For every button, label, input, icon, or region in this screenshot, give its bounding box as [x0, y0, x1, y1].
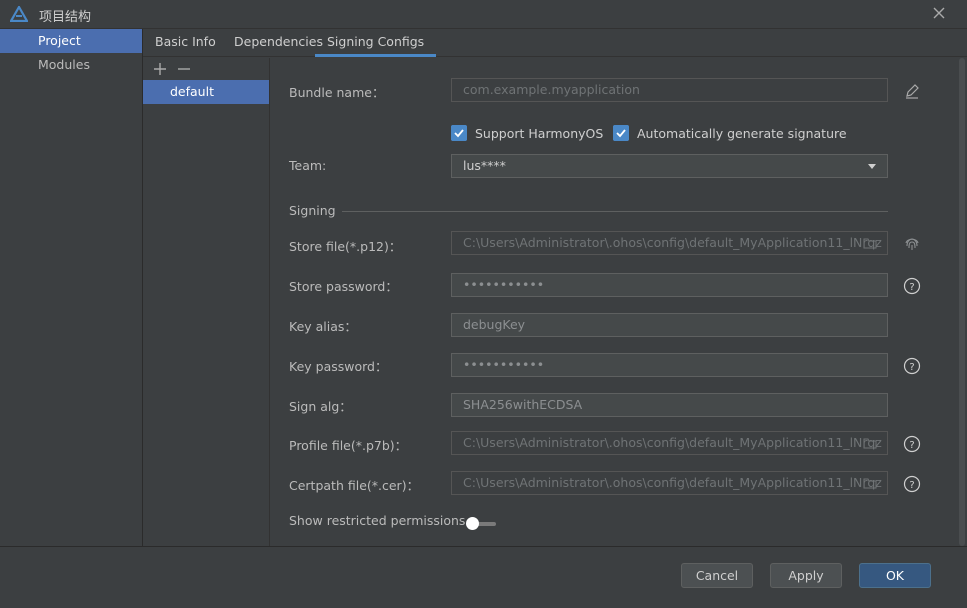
- profile-file-value: C:\Users\Administrator\.ohos\config\defa…: [463, 435, 882, 450]
- store-password-label: Store password：: [289, 279, 398, 294]
- bundle-name-field[interactable]: com.example.myapplication: [451, 78, 888, 102]
- help-icon[interactable]: ?: [903, 435, 921, 453]
- minus-icon[interactable]: [177, 61, 191, 77]
- config-item-default[interactable]: default: [143, 80, 269, 104]
- profile-file-label: Profile file(*.p7b)：: [289, 438, 408, 453]
- svg-text:?: ?: [909, 440, 914, 451]
- config-list-pane: default: [143, 58, 270, 546]
- team-label: Team:: [289, 158, 327, 173]
- dialog-footer: Cancel Apply OK: [0, 546, 967, 608]
- sidebar-item-project[interactable]: Project: [0, 29, 142, 53]
- signature-options: Support HarmonyOS Automatically generate…: [451, 125, 891, 143]
- help-icon[interactable]: ?: [903, 475, 921, 493]
- key-password-field[interactable]: •••••••••••: [451, 353, 888, 377]
- bundle-name-label: Bundle name：: [289, 85, 385, 100]
- key-password-label: Key password：: [289, 359, 388, 374]
- support-harmonyos-checkbox[interactable]: [451, 125, 467, 141]
- team-value: lus****: [463, 158, 506, 173]
- chevron-down-icon: [868, 164, 876, 169]
- help-icon[interactable]: ?: [903, 277, 921, 295]
- key-alias-label: Key alias：: [289, 319, 357, 334]
- profile-file-field[interactable]: C:\Users\Administrator\.ohos\config\defa…: [451, 431, 888, 455]
- folder-icon[interactable]: [863, 478, 877, 489]
- svg-text:?: ?: [909, 480, 914, 491]
- auto-signature-checkbox[interactable]: [613, 125, 629, 141]
- toggle-knob: [466, 517, 479, 530]
- tab-basic-info[interactable]: Basic Info: [155, 29, 216, 57]
- certpath-file-label: Certpath file(*.cer)：: [289, 478, 420, 493]
- key-alias-field[interactable]: debugKey: [451, 313, 888, 337]
- close-icon[interactable]: [931, 5, 947, 21]
- store-file-field[interactable]: C:\Users\Administrator\.ohos\config\defa…: [451, 231, 888, 255]
- tab-dependencies[interactable]: Dependencies: [234, 29, 323, 57]
- team-dropdown[interactable]: lus****: [451, 154, 888, 178]
- edit-pencil-icon[interactable]: [903, 82, 921, 100]
- form-scrollbar[interactable]: [957, 58, 967, 546]
- folder-icon[interactable]: [863, 438, 877, 449]
- svg-text:?: ?: [909, 282, 914, 293]
- sidebar-item-modules[interactable]: Modules: [0, 53, 142, 77]
- help-icon[interactable]: ?: [903, 357, 921, 375]
- restricted-permissions-toggle[interactable]: [466, 517, 500, 531]
- tab-bar: Basic Info Dependencies Signing Configs: [143, 29, 967, 57]
- support-harmonyos-label: Support HarmonyOS: [475, 126, 604, 141]
- store-file-value: C:\Users\Administrator\.ohos\config\defa…: [463, 235, 882, 250]
- certpath-file-field[interactable]: C:\Users\Administrator\.ohos\config\defa…: [451, 471, 888, 495]
- scrollbar-thumb[interactable]: [959, 58, 965, 546]
- app-logo-icon: [10, 6, 28, 22]
- section-divider: [342, 211, 888, 212]
- certpath-file-value: C:\Users\Administrator\.ohos\config\defa…: [463, 475, 882, 490]
- sidebar: Project Modules: [0, 29, 143, 546]
- plus-icon[interactable]: [153, 61, 167, 77]
- sign-alg-label: Sign alg：: [289, 399, 352, 414]
- tab-signing-configs[interactable]: Signing Configs: [315, 29, 437, 57]
- auto-signature-label: Automatically generate signature: [637, 126, 847, 141]
- restricted-permissions-label: Show restricted permissions: [289, 513, 466, 528]
- apply-button[interactable]: Apply: [770, 563, 842, 588]
- sign-alg-field[interactable]: SHA256withECDSA: [451, 393, 888, 417]
- signing-config-form: Bundle name： com.example.myapplication S…: [270, 58, 957, 546]
- store-password-field[interactable]: •••••••••••: [451, 273, 888, 297]
- cancel-button[interactable]: Cancel: [681, 563, 753, 588]
- fingerprint-icon[interactable]: [903, 235, 921, 253]
- signing-section-title: Signing: [289, 203, 336, 218]
- title-bar: 项目结构: [0, 0, 967, 29]
- store-file-label: Store file(*.p12)：: [289, 239, 402, 254]
- svg-text:?: ?: [909, 362, 914, 373]
- window-title: 项目结构: [39, 10, 92, 25]
- folder-icon[interactable]: [863, 238, 877, 249]
- ok-button[interactable]: OK: [859, 563, 931, 588]
